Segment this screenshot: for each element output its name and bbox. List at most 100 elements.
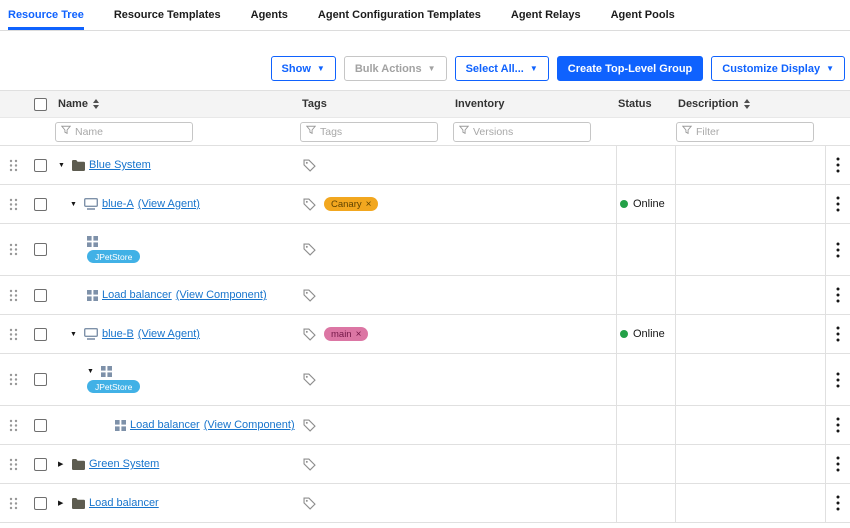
row-checkbox[interactable] [34,418,47,432]
tag-icon[interactable] [303,243,316,256]
resource-link[interactable]: Load balancer [130,419,200,431]
column-header-description[interactable]: Description [676,91,825,117]
tag-icon[interactable] [303,457,316,471]
tag-icon[interactable] [303,496,316,510]
chevron-down-icon[interactable]: ▼ [70,201,80,208]
remove-tag-icon[interactable]: × [356,329,362,340]
checkbox-column-header [26,91,55,117]
chevron-right-icon[interactable]: ▶ [58,499,68,507]
tag-icon[interactable] [303,158,316,172]
kebab-menu-icon[interactable] [834,240,842,260]
inventory-cell [453,224,616,275]
drag-cell [0,445,26,483]
status-cell: Online [616,185,676,223]
select-all-checkbox[interactable] [34,97,47,111]
row-checkbox[interactable] [34,158,47,172]
inventory-cell [453,276,616,314]
resource-link[interactable]: Green System [89,458,159,470]
kebab-menu-icon[interactable] [834,454,842,474]
online-status-icon [620,330,628,338]
row-checkbox[interactable] [34,327,47,341]
inventory-filter-input[interactable] [473,125,585,138]
tag-icon[interactable] [303,373,316,386]
kebab-menu-icon[interactable] [834,285,842,305]
name-filter-input[interactable] [75,125,187,138]
drag-handle-icon[interactable] [9,373,18,386]
tags-filter-cell [300,118,453,145]
kebab-menu-icon[interactable] [834,324,842,344]
name-cell: Load balancer (View Component) [55,406,300,444]
resource-link[interactable]: blue-A [102,198,134,210]
component-badge[interactable]: JPetStore [87,250,141,263]
create-top-level-group-button[interactable]: Create Top-Level Group [556,56,704,81]
tab-resource-templates[interactable]: Resource Templates [114,0,221,30]
row-checkbox[interactable] [34,457,47,471]
tag-icon[interactable] [303,418,316,432]
drag-handle-icon[interactable] [9,458,18,471]
view-link[interactable]: (View Component) [176,289,267,301]
customize-display-button[interactable]: Customize Display ▼ [711,56,845,81]
drag-cell [0,224,26,275]
view-link[interactable]: (View Agent) [138,198,200,210]
drag-handle-icon[interactable] [9,198,18,211]
kebab-menu-icon[interactable] [834,415,842,435]
view-link[interactable]: (View Component) [204,419,295,431]
tab-agent-configuration-templates[interactable]: Agent Configuration Templates [318,0,481,30]
row-checkbox[interactable] [34,496,47,510]
tag-badge: main × [324,327,369,341]
row-checkbox[interactable] [34,373,47,386]
remove-tag-icon[interactable]: × [366,199,372,210]
resource-link[interactable]: blue-B [102,328,134,340]
sort-icon[interactable] [743,99,750,109]
table-row: ▶ Load balancer [0,484,850,523]
drag-handle-icon[interactable] [9,497,18,510]
inventory-cell [453,185,616,223]
grid-icon [101,366,112,377]
tag-icon[interactable] [303,327,316,341]
tab-resource-tree[interactable]: Resource Tree [8,0,84,30]
menu-cell [825,146,850,184]
select-all-button[interactable]: Select All... ▼ [454,56,549,81]
kebab-menu-icon[interactable] [834,194,842,214]
drag-handle-icon[interactable] [9,289,18,302]
tab-agents[interactable]: Agents [251,0,288,30]
resource-link[interactable]: Load balancer [102,289,172,301]
drag-handle-icon[interactable] [9,419,18,432]
drag-cell [0,406,26,444]
component-tree-node: JPetStore [87,236,141,263]
column-label-name: Name [58,98,88,110]
kebab-menu-icon[interactable] [834,370,842,390]
chevron-right-icon[interactable]: ▶ [58,460,68,468]
view-link[interactable]: (View Agent) [138,328,200,340]
tag-icon[interactable] [303,197,316,211]
kebab-menu-icon[interactable] [834,155,842,175]
tag-icon[interactable] [303,288,316,302]
chevron-down-icon[interactable]: ▼ [58,162,68,169]
column-header-name[interactable]: Name [55,91,300,117]
menu-cell [825,224,850,275]
tags-cell [300,484,453,522]
status-cell [616,224,676,275]
grid-icon [87,236,98,247]
drag-handle-icon[interactable] [9,328,18,341]
tags-filter-input[interactable] [320,125,432,138]
tab-agent-relays[interactable]: Agent Relays [511,0,581,30]
drag-handle-icon[interactable] [9,159,18,172]
tab-agent-pools[interactable]: Agent Pools [611,0,675,30]
kebab-menu-icon[interactable] [834,493,842,513]
description-filter-input[interactable] [696,125,808,138]
sort-icon[interactable] [92,99,99,109]
checkbox-cell [26,146,55,184]
row-checkbox[interactable] [34,243,47,256]
component-badge[interactable]: JPetStore [87,380,141,393]
filter-menu-cell [825,118,850,145]
chevron-down-icon[interactable]: ▼ [70,331,80,338]
row-checkbox[interactable] [34,288,47,302]
resource-link[interactable]: Load balancer [89,497,159,509]
bulk-actions-button[interactable]: Bulk Actions ▼ [343,56,447,81]
show-button[interactable]: Show ▼ [270,56,336,81]
resource-link[interactable]: Blue System [89,159,151,171]
chevron-down-icon[interactable]: ▼ [87,368,97,375]
drag-handle-icon[interactable] [9,243,18,256]
row-checkbox[interactable] [34,197,47,211]
